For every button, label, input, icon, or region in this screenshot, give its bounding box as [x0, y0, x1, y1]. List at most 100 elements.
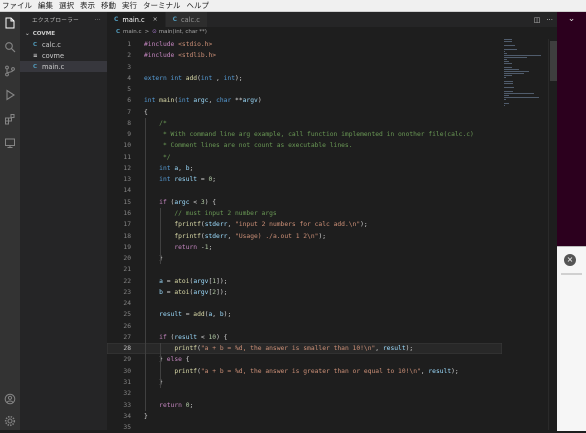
- minimap-line: [504, 57, 527, 58]
- minimap-line: [504, 39, 512, 40]
- code-line[interactable]: 32: [107, 388, 502, 399]
- code-line[interactable]: 7{: [107, 107, 502, 118]
- line-number: 29: [107, 354, 131, 365]
- code-line[interactable]: 10 * Comment lines are not count as exec…: [107, 140, 502, 151]
- menu-view[interactable]: 表示: [77, 0, 98, 11]
- menu-selection[interactable]: 選択: [56, 0, 77, 11]
- code-token: [144, 154, 159, 161]
- minimap-line: [504, 91, 513, 92]
- tab-label: calc.c: [181, 16, 200, 24]
- menu-run[interactable]: 実行: [119, 0, 140, 11]
- close-icon[interactable]: ×: [153, 16, 158, 23]
- code-line[interactable]: 33 return 0;: [107, 400, 502, 411]
- code-line[interactable]: 13 int result = 0;: [107, 174, 502, 185]
- code-line[interactable]: 35: [107, 422, 502, 433]
- code-line[interactable]: 19 return -1;: [107, 242, 502, 253]
- code-line[interactable]: 16 // must input 2 number args: [107, 208, 502, 219]
- code-line[interactable]: 1#include <stdio.h>: [107, 39, 502, 50]
- code-text: * With command line arg example, call fu…: [144, 129, 474, 140]
- code-line[interactable]: 20 }: [107, 253, 502, 264]
- code-line[interactable]: 25 result = add(a, b);: [107, 309, 502, 320]
- code-line[interactable]: 34}: [107, 411, 502, 422]
- code-line[interactable]: 4extern int add(int , int);: [107, 73, 502, 84]
- file-item-calc-c[interactable]: C calc.c: [20, 39, 107, 50]
- code-line[interactable]: 15 if (argc < 3) {: [107, 197, 502, 208]
- chevron-down-icon[interactable]: ⌄: [557, 12, 586, 26]
- code-line[interactable]: 8 /*: [107, 118, 502, 129]
- code-line[interactable]: 14: [107, 185, 502, 196]
- file-item-main-c[interactable]: C main.c: [20, 61, 107, 72]
- code-line[interactable]: 23 b = atoi(argv[2]);: [107, 287, 502, 298]
- source-control-icon[interactable]: [3, 64, 17, 78]
- code-token: [144, 120, 159, 127]
- code-line[interactable]: 17 fprintf(stderr, "input 2 numbers for …: [107, 219, 502, 230]
- close-icon[interactable]: ×: [564, 254, 576, 266]
- folder-row[interactable]: ⌄ COVME: [20, 28, 107, 39]
- code-line[interactable]: 30 printf("a + b = %d, the answer is gre…: [107, 366, 502, 377]
- code-line[interactable]: 6int main(int argc, char **argv): [107, 95, 502, 106]
- code-line[interactable]: 24: [107, 298, 502, 309]
- code-token: [144, 142, 159, 149]
- line-number: 9: [107, 129, 131, 140]
- scrollbar-thumb[interactable]: [550, 41, 557, 81]
- breadcrumb-symbol[interactable]: main(int, char **): [159, 29, 207, 35]
- code-line[interactable]: 2#include <stdlib.h>: [107, 50, 502, 61]
- menu-help[interactable]: ヘルプ: [184, 0, 213, 11]
- code-line[interactable]: 21: [107, 264, 502, 275]
- code-line[interactable]: 5: [107, 84, 502, 95]
- line-number: 11: [107, 152, 131, 163]
- minimap-line: [504, 75, 512, 76]
- code-line[interactable]: 29 } else {: [107, 354, 502, 365]
- code-text: } else {: [144, 354, 190, 365]
- code-text: * Comment lines are not count as executa…: [144, 140, 353, 151]
- c-file-icon: C: [114, 16, 118, 23]
- menu-edit[interactable]: 編集: [35, 0, 56, 11]
- minimap-line: [504, 59, 507, 60]
- tab-main-c[interactable]: C main.c ×: [107, 12, 166, 27]
- code-line[interactable]: 18 fprintf(stderr, "Usage) ./a.out 1 2\n…: [107, 231, 502, 242]
- code-token: */: [159, 154, 170, 161]
- code-token: ) {: [216, 334, 227, 341]
- menu-file[interactable]: ファイル: [0, 0, 35, 11]
- more-actions-icon[interactable]: ···: [546, 16, 553, 24]
- minimap-line: [504, 81, 513, 82]
- code-token: if: [159, 334, 170, 341]
- minimap-line: [504, 93, 534, 94]
- file-item-covme[interactable]: ≡ covme: [20, 50, 107, 61]
- breadcrumb-file[interactable]: main.c: [123, 29, 142, 35]
- minimap[interactable]: [502, 39, 546, 109]
- explorer-more-button[interactable]: ···: [95, 17, 101, 23]
- code-token: ,: [208, 97, 216, 104]
- line-number: 16: [107, 208, 131, 219]
- code-token: result: [383, 345, 406, 352]
- code-token: 10: [208, 334, 216, 341]
- indent-guide: [160, 366, 161, 389]
- code-editor[interactable]: 1#include <stdio.h>2#include <stdlib.h>3…: [107, 39, 502, 430]
- account-icon[interactable]: [3, 392, 17, 406]
- settings-gear-icon[interactable]: [3, 414, 17, 428]
- code-line[interactable]: 11 */: [107, 152, 502, 163]
- minimap-line: [504, 55, 541, 56]
- code-line[interactable]: 28 printf("a + b = %d, the answer is sma…: [107, 343, 502, 354]
- code-line[interactable]: 27 if (result < 10) {: [107, 332, 502, 343]
- tab-calc-c[interactable]: C calc.c: [166, 12, 208, 27]
- code-line[interactable]: 31 }: [107, 377, 502, 388]
- search-icon[interactable]: [3, 40, 17, 54]
- code-text: int main(int argc, char **argv): [144, 95, 262, 106]
- menu-go[interactable]: 移動: [98, 0, 119, 11]
- code-line[interactable]: 22 a = atoi(argv[1]);: [107, 276, 502, 287]
- code-line[interactable]: 12 int a, b;: [107, 163, 502, 174]
- minimap-line: [504, 73, 524, 74]
- code-line[interactable]: 3: [107, 62, 502, 73]
- code-token: "input 2 numbers for calc add.\n": [235, 221, 360, 228]
- code-line[interactable]: 26: [107, 321, 502, 332]
- line-number: 32: [107, 388, 131, 399]
- remote-explorer-icon[interactable]: [3, 136, 17, 150]
- menu-terminal[interactable]: ターミナル: [140, 0, 184, 11]
- binary-file-icon: ≡: [33, 53, 42, 59]
- code-line[interactable]: 9 * With command line arg example, call …: [107, 129, 502, 140]
- run-debug-icon[interactable]: [3, 88, 17, 102]
- extensions-icon[interactable]: [3, 112, 17, 126]
- split-editor-icon[interactable]: ◫: [534, 16, 541, 24]
- files-icon[interactable]: [3, 16, 17, 30]
